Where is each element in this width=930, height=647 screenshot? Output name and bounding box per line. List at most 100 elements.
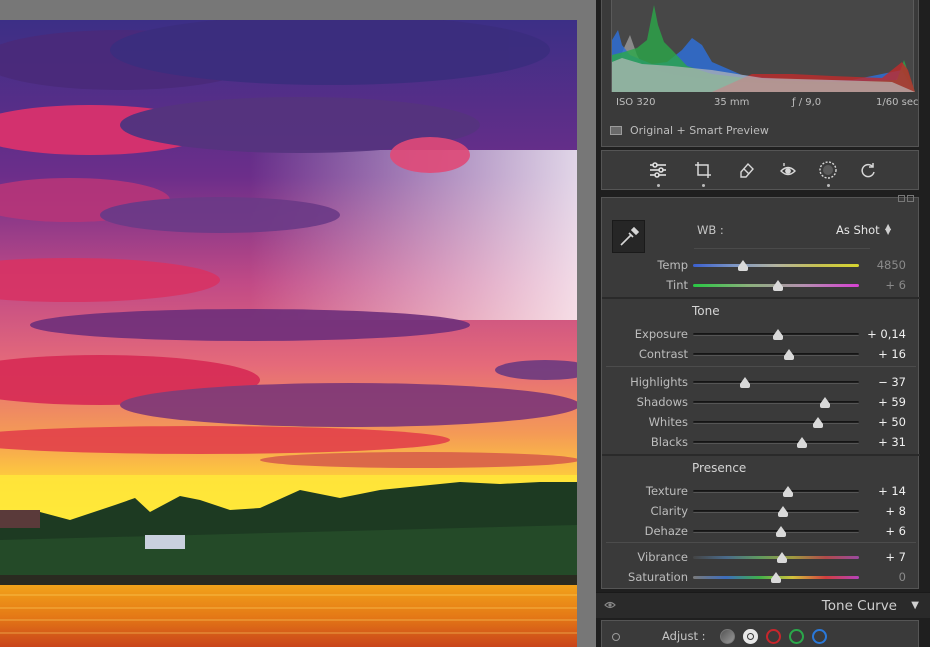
blacks-label: Blacks <box>650 435 688 449</box>
exposure-thumb[interactable] <box>773 329 784 340</box>
reset-icon[interactable] <box>857 159 879 181</box>
tint-thumb[interactable] <box>773 280 784 291</box>
dehaze-value[interactable]: + 6 <box>885 524 906 538</box>
sunset-photo[interactable] <box>0 20 577 647</box>
whites-thumb[interactable] <box>812 417 823 428</box>
saturation-label: Saturation <box>628 570 688 584</box>
histogram-graph[interactable] <box>611 0 915 92</box>
temp-label: Temp <box>657 258 688 272</box>
basic-panel: WB : As Shot ▲ ▼ Temp 4850 Tint + 6 Exposure +… <box>601 195 920 589</box>
whites-value[interactable]: + 50 <box>878 415 906 429</box>
slider-dehaze[interactable]: Dehaze + 6 <box>602 521 920 541</box>
red-eye-icon[interactable] <box>777 159 799 181</box>
tone-curve-body: Adjust : <box>601 620 919 647</box>
slider-vibrance[interactable]: Vibrance + 7 <box>602 547 920 567</box>
white-balance-picker-icon[interactable] <box>612 220 645 253</box>
tone-curve-header[interactable]: Tone Curve ▼ <box>596 592 930 618</box>
contrast-thumb[interactable] <box>784 349 795 360</box>
shadows-label: Shadows <box>636 395 688 409</box>
aperture: ƒ / 9,0 <box>792 97 822 108</box>
crop-icon[interactable] <box>692 159 714 181</box>
vibrance-thumb[interactable] <box>776 552 787 563</box>
slider-temp[interactable]: Temp 4850 <box>602 255 920 275</box>
focal-length: 35 mm <box>714 97 750 108</box>
texture-track[interactable] <box>693 490 859 493</box>
clarity-label: Clarity <box>650 504 688 518</box>
contrast-track[interactable] <box>693 353 859 356</box>
adjust-label: Adjust : <box>662 629 706 643</box>
image-canvas-area <box>0 0 596 647</box>
texture-label: Texture <box>645 484 688 498</box>
temp-thumb[interactable] <box>737 260 748 271</box>
temp-track[interactable] <box>693 264 859 267</box>
clarity-track[interactable] <box>693 510 859 513</box>
slider-tint[interactable]: Tint + 6 <box>602 275 920 295</box>
edit-sliders-icon[interactable] <box>647 159 669 181</box>
shadows-thumb[interactable] <box>819 397 830 408</box>
wb-label: WB : <box>697 223 724 237</box>
tone-curve-title[interactable]: Tone Curve <box>822 598 897 614</box>
shadows-value[interactable]: + 59 <box>878 395 906 409</box>
clarity-thumb[interactable] <box>777 506 788 517</box>
slider-shadows[interactable]: Shadows + 59 <box>602 392 920 412</box>
presence-group-title: Presence <box>692 461 747 475</box>
whites-label: Whites <box>648 415 688 429</box>
vibrance-value[interactable]: + 7 <box>885 550 906 564</box>
masking-icon[interactable] <box>817 159 839 181</box>
shadows-track[interactable] <box>693 401 859 404</box>
texture-value[interactable]: + 14 <box>878 484 906 498</box>
tone-group-title: Tone <box>692 304 720 318</box>
toggle-icon[interactable] <box>612 633 620 641</box>
slider-saturation[interactable]: Saturation 0 <box>602 567 920 587</box>
point-curve-rgb-icon[interactable] <box>743 629 758 644</box>
slider-whites[interactable]: Whites + 50 <box>602 412 920 432</box>
blacks-thumb[interactable] <box>796 437 807 448</box>
vibrance-label: Vibrance <box>637 550 688 564</box>
tint-label: Tint <box>666 278 688 292</box>
slider-blacks[interactable]: Blacks + 31 <box>602 432 920 452</box>
lightroom-app: ISO 320 35 mm ƒ / 9,0 1/60 sec Original … <box>0 0 930 647</box>
saturation-thumb[interactable] <box>771 572 781 583</box>
blacks-value[interactable]: + 31 <box>878 435 906 449</box>
iso-value: ISO 320 <box>616 97 656 108</box>
eye-icon[interactable] <box>604 600 616 610</box>
preview-label: Original + Smart Preview <box>630 123 769 137</box>
highlights-thumb[interactable] <box>740 377 751 388</box>
slider-clarity[interactable]: Clarity + 8 <box>602 501 920 521</box>
blacks-track[interactable] <box>693 441 859 444</box>
exposure-value[interactable]: + 0,14 <box>867 327 906 341</box>
green-channel-icon[interactable] <box>789 629 804 644</box>
blue-channel-icon[interactable] <box>812 629 827 644</box>
parametric-curve-icon[interactable] <box>720 629 735 644</box>
saturation-value[interactable]: 0 <box>899 570 906 584</box>
highlights-track[interactable] <box>693 381 859 384</box>
exposure-label: Exposure <box>634 327 688 341</box>
clarity-value[interactable]: + 8 <box>885 504 906 518</box>
dehaze-label: Dehaze <box>644 524 688 538</box>
exif-info: ISO 320 35 mm ƒ / 9,0 1/60 sec <box>612 97 919 111</box>
wb-dropdown-icon[interactable]: ▲ ▼ <box>885 223 891 236</box>
slider-exposure[interactable]: Exposure + 0,14 <box>602 324 920 344</box>
contrast-label: Contrast <box>638 347 688 361</box>
contrast-value[interactable]: + 16 <box>878 347 906 361</box>
panel-corner-icon <box>898 195 914 202</box>
slider-contrast[interactable]: Contrast + 16 <box>602 344 920 364</box>
preview-icon <box>610 125 622 135</box>
collapse-toggle-icon[interactable]: ▼ <box>911 600 919 611</box>
highlights-label: Highlights <box>630 375 688 389</box>
tint-value[interactable]: + 6 <box>885 278 906 292</box>
highlights-value[interactable]: − 37 <box>878 375 906 389</box>
healing-brush-icon[interactable] <box>736 159 758 181</box>
develop-right-panel: ISO 320 35 mm ƒ / 9,0 1/60 sec Original … <box>596 0 930 647</box>
preview-status: Original + Smart Preview <box>610 122 769 138</box>
histogram-panel: ISO 320 35 mm ƒ / 9,0 1/60 sec Original … <box>601 0 919 147</box>
texture-thumb[interactable] <box>782 486 793 497</box>
temp-value[interactable]: 4850 <box>877 258 906 272</box>
red-channel-icon[interactable] <box>766 629 781 644</box>
whites-track[interactable] <box>693 421 859 424</box>
dehaze-thumb[interactable] <box>775 526 786 537</box>
wb-preset-select[interactable]: As Shot <box>836 223 880 237</box>
slider-texture[interactable]: Texture + 14 <box>602 481 920 501</box>
slider-highlights[interactable]: Highlights − 37 <box>602 372 920 392</box>
shutter-speed: 1/60 sec <box>876 97 919 108</box>
